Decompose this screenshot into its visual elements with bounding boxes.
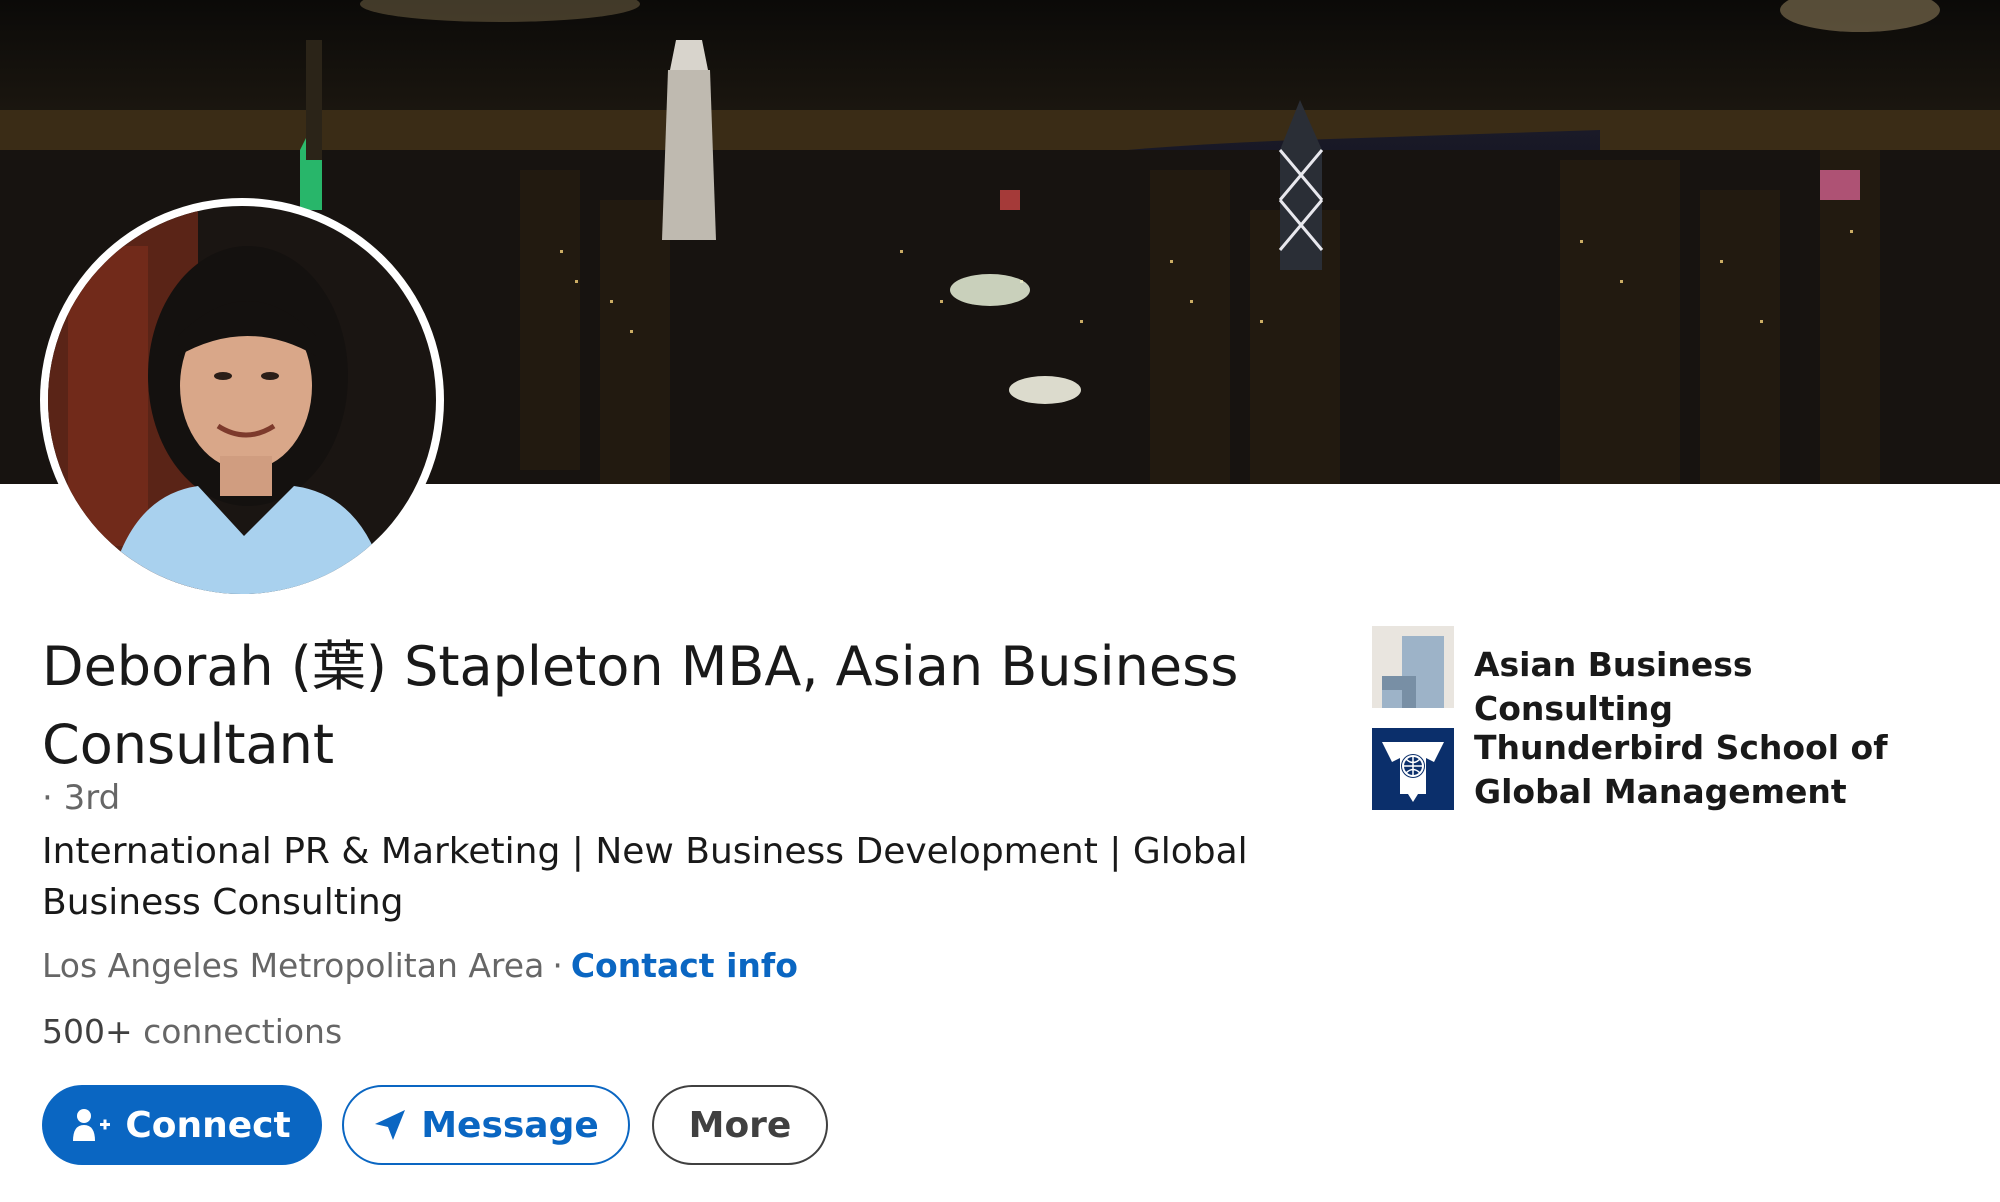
connections-number: 500+ [42,1012,133,1051]
send-icon [373,1108,407,1142]
current-company[interactable]: Asian Business Consulting [1372,626,1954,731]
add-person-icon [73,1107,111,1143]
more-button[interactable]: More [652,1085,828,1165]
contact-info-link[interactable]: Contact info [571,946,798,985]
location-text: Los Angeles Metropolitan Area [42,946,545,985]
profile-name: Deborah (葉) Stapleton MBA, Asian Busines… [42,635,1239,776]
company-name: Asian Business Consulting [1474,645,1753,728]
message-button[interactable]: Message [342,1085,630,1165]
connect-button-label: Connect [125,1104,291,1146]
more-button-label: More [688,1104,792,1146]
thunderbird-logo [1372,728,1454,810]
connection-degree: · 3rd [42,778,121,818]
connections-label: connections [143,1012,343,1051]
school-name: Thunderbird School of Global Management [1474,728,1888,811]
message-button-label: Message [421,1104,599,1146]
profile-headline: International PR & Marketing | New Busin… [42,831,1248,923]
location-separator: · [552,946,563,985]
connections-count[interactable]: 500+ connections [42,1012,342,1051]
location-line: Los Angeles Metropolitan Area · Contact in… [42,946,798,985]
company-placeholder-icon [1372,626,1454,708]
connect-button[interactable]: Connect [42,1085,322,1165]
profile-photo [48,206,436,594]
avatar[interactable] [40,198,444,602]
education-school[interactable]: Thunderbird School of Global Management [1372,728,1954,814]
profile-top-card: Deborah (葉) Stapleton MBA, Asian Busines… [0,0,2000,1202]
